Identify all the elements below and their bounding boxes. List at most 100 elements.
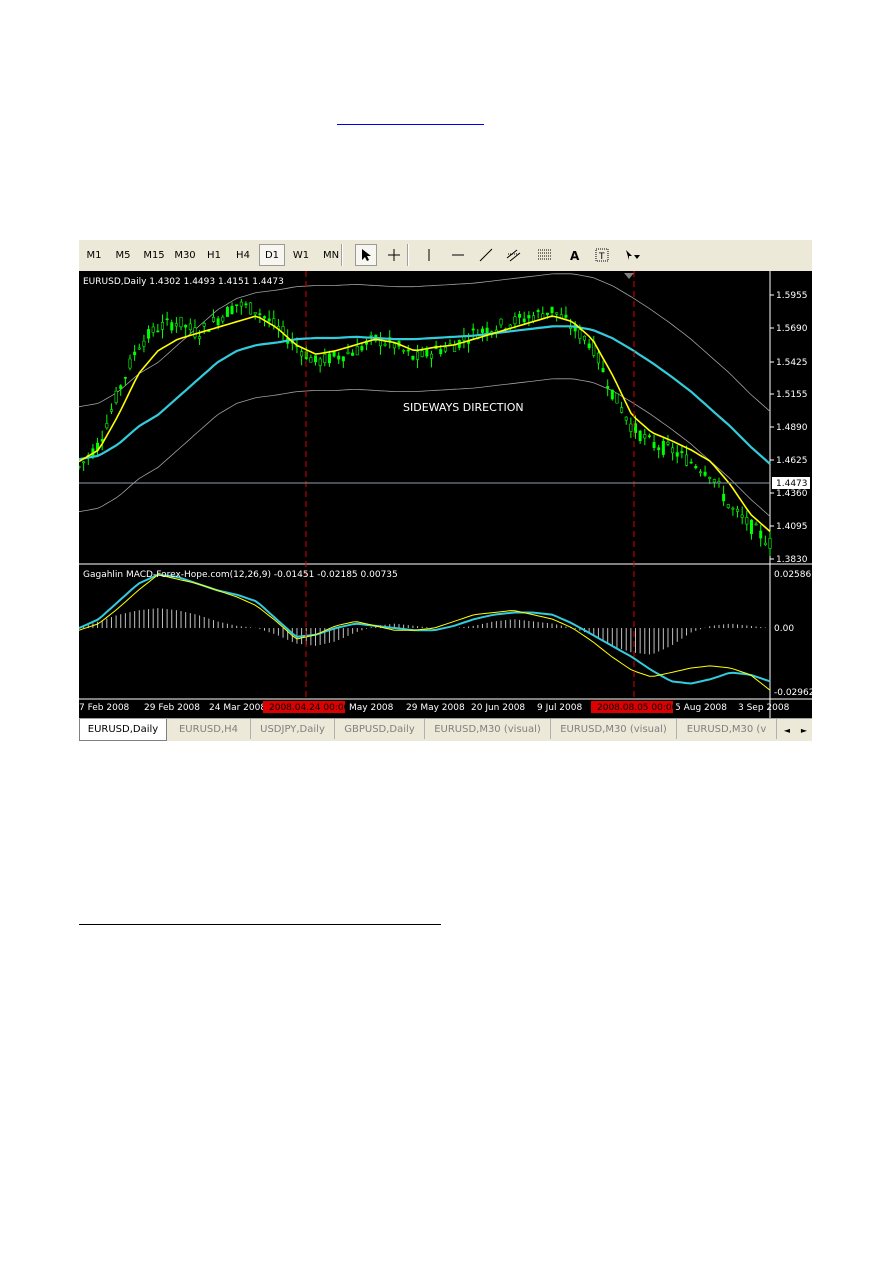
candle-body: [425, 348, 429, 357]
candle-body: [643, 434, 647, 439]
chart-canvas: 1.5955 1.5690 1.5425 1.5155 1.4890 1.4625 1.43…: [79, 271, 812, 718]
timeframe-button-m1[interactable]: M1: [81, 244, 107, 266]
candle-body: [443, 346, 447, 352]
timeframe-button-m5[interactable]: M5: [109, 244, 137, 266]
candle-body: [582, 335, 586, 341]
candle-body: [249, 302, 253, 315]
candle-body: [314, 355, 318, 363]
candle-body: [258, 313, 262, 315]
candle-body: [346, 351, 350, 354]
chart-tab[interactable]: EURUSD,M30 (visual): [425, 719, 551, 739]
equidistant-channel-icon[interactable]: [503, 244, 525, 266]
crosshair-icon[interactable]: [383, 244, 405, 266]
price-label: 1.3830: [776, 555, 808, 565]
macd-signal-line: [79, 574, 771, 691]
main-chart-header: EURUSD,Daily 1.4302 1.4493 1.4151 1.4473: [83, 277, 284, 287]
price-label: 1.5425: [776, 358, 808, 368]
candle-body: [763, 542, 767, 546]
timeframe-button-d1[interactable]: D1: [259, 244, 285, 266]
tab-scroll-right-icon[interactable]: ►: [799, 723, 809, 737]
chart-tab[interactable]: USDJPY,Daily: [251, 719, 335, 739]
candle-body: [499, 318, 503, 326]
fast-ma-line: [79, 315, 771, 533]
candle-body: [341, 356, 345, 362]
document-link-underline[interactable]: [337, 112, 484, 125]
fibonacci-retracement-icon[interactable]: [534, 244, 556, 266]
timeframe-button-m30[interactable]: M30: [171, 244, 199, 266]
candle-body: [383, 343, 387, 346]
candle-body: [267, 318, 271, 322]
price-chart[interactable]: 1.5955 1.5690 1.5425 1.5155 1.4890 1.4625 1.43…: [79, 271, 812, 718]
candle-body: [661, 440, 665, 455]
candle-body: [527, 315, 531, 319]
macd-axis-label: 0.02586: [774, 570, 811, 580]
candle-body: [439, 349, 443, 355]
candle-body: [550, 306, 554, 314]
chart-tab[interactable]: EURUSD,M30 (v: [677, 719, 777, 739]
horizontal-line-icon[interactable]: [447, 244, 469, 266]
candle-body: [253, 311, 257, 315]
macd-axis-label: 0.00: [774, 624, 794, 634]
lower-band-line: [79, 378, 771, 517]
candle-body: [578, 329, 582, 339]
timeframe-button-h1[interactable]: H1: [201, 244, 227, 266]
chart-tab[interactable]: EURUSD,Daily: [79, 719, 167, 741]
candle-body: [698, 471, 702, 474]
candle-body: [471, 328, 475, 331]
candle-body: [513, 316, 517, 325]
text-label-icon[interactable]: T: [591, 244, 613, 266]
text-icon[interactable]: A: [563, 244, 585, 266]
candle-body: [629, 423, 633, 432]
time-label: 7 Feb 2008: [79, 703, 130, 713]
candle-body: [133, 351, 137, 356]
vertical-line-icon[interactable]: [418, 244, 440, 266]
timeframe-button-h4[interactable]: H4: [229, 244, 257, 266]
candle-body: [114, 390, 118, 403]
candle-body: [657, 447, 661, 450]
candle-body: [420, 350, 424, 357]
candle-body: [263, 316, 267, 319]
current-price-label: 1.4473: [776, 479, 808, 489]
metatrader-window: M1 M5 M15 M30 H1 H4 D1 W1 MN AT 1.5955 1.5690 1.54…: [79, 240, 812, 741]
candle-body: [555, 312, 559, 315]
candle-body: [480, 328, 484, 333]
candle-body: [332, 351, 336, 357]
chart-tab[interactable]: GBPUSD,Daily: [335, 719, 425, 739]
candle-body: [300, 351, 304, 357]
candle-body: [179, 316, 183, 328]
candle-body: [652, 442, 656, 448]
svg-text:A: A: [570, 249, 580, 262]
arrows-dropdown-icon[interactable]: [621, 244, 649, 266]
candle-body: [411, 355, 415, 360]
candle-body: [123, 377, 127, 379]
chart-tabs-bar: EURUSD,Daily EURUSD,H4 USDJPY,Daily GBPUSD,…: [79, 718, 812, 741]
svg-text:T: T: [598, 252, 605, 262]
candle-body: [638, 430, 642, 442]
candle-body: [601, 368, 605, 373]
chart-tab[interactable]: EURUSD,H4: [167, 719, 251, 739]
candle-body: [402, 349, 406, 352]
candle-body: [193, 327, 197, 338]
trend-line-icon[interactable]: [475, 244, 497, 266]
timeframe-button-w1[interactable]: W1: [287, 244, 315, 266]
candle-body: [79, 466, 81, 468]
candle-body: [174, 323, 178, 327]
timeframe-button-m15[interactable]: M15: [139, 244, 169, 266]
chart-tab[interactable]: EURUSD,M30 (visual): [551, 719, 677, 739]
candle-body: [745, 517, 749, 525]
price-label: 1.5955: [776, 291, 808, 301]
candle-body: [620, 407, 624, 413]
time-label: 9 Jul 2008: [537, 703, 582, 713]
candle-body: [429, 353, 433, 359]
candle-body: [712, 479, 716, 483]
candle-body: [545, 312, 549, 315]
candle-body: [184, 324, 188, 328]
tab-scroll-left-icon[interactable]: ◄: [782, 723, 792, 737]
price-label: 1.4095: [776, 522, 808, 532]
price-label: 1.5690: [776, 324, 808, 334]
candle-body: [564, 314, 568, 318]
chart-toolbar: M1 M5 M15 M30 H1 H4 D1 W1 MN AT: [79, 240, 812, 272]
cursor-icon[interactable]: [355, 244, 377, 266]
candle-body: [634, 423, 638, 433]
marker-label-april: 2008.04.24 00:00: [269, 703, 350, 713]
